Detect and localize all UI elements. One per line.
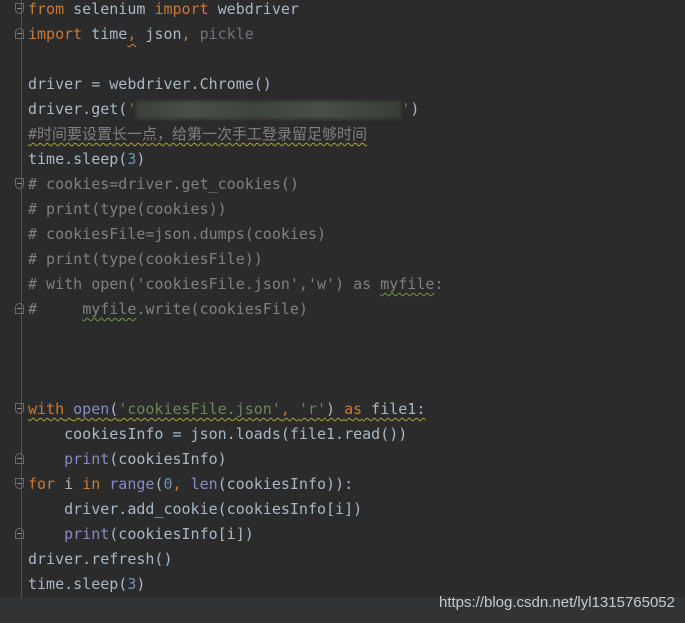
code-token: from [28,0,65,18]
code-token: ) [410,100,420,118]
fold-marker-icon[interactable] [15,303,24,314]
code-line[interactable]: driver.get(' ') [28,97,443,122]
code-token: for [28,475,56,493]
code-line[interactable]: cookiesInfo = json.loads(file1.read()) [28,422,443,447]
fold-marker-icon[interactable] [15,28,24,39]
code-token: ) [136,150,146,168]
code-token: with [28,400,65,418]
code-token: time [82,25,128,43]
code-token: (cookiesInfo) [109,450,227,468]
code-token: driver.get( [28,100,128,118]
fold-marker-icon[interactable] [15,478,24,489]
code-token: len [190,475,218,493]
code-token: file1: [362,400,426,418]
code-token: , [172,475,191,493]
code-line[interactable]: print(cookiesInfo[i]) [15,522,443,547]
code-token: # cookies=driver.get_cookies() [28,175,299,193]
code-token: , [181,25,200,43]
code-token: webdriver [208,0,299,18]
code-token: ( [109,400,119,418]
code-line[interactable] [28,322,443,347]
code-line[interactable]: import time, json, pickle [15,22,443,47]
code-line[interactable]: #时间要设置长一点，给第一次手工登录留足够时间 [28,122,443,147]
code-token: import [154,0,209,18]
code-token: 'r' [298,400,327,418]
code-token: time.sleep( [28,575,128,593]
code-token: as [344,400,363,418]
fold-marker-icon[interactable] [15,453,24,464]
code-token: # print(type(cookies)) [28,200,227,218]
code-token: # with open('cookiesFile.json','w') as [28,275,381,293]
code-line[interactable]: time.sleep(3) [28,572,443,597]
code-token: : [434,275,444,293]
code-line[interactable] [28,372,443,397]
code-token: selenium [64,0,155,18]
code-token: myfile [82,300,137,318]
code-token: (cookiesInfo[i]) [109,525,254,543]
code-line[interactable]: with open('cookiesFile.json', 'r') as fi… [15,397,443,422]
fold-marker-icon[interactable] [15,403,24,414]
code-token: driver = webdriver.Chrome() [28,75,272,93]
code-token: cookiesInfo = json.loads(file1.read()) [28,425,408,443]
code-line[interactable]: # with open('cookiesFile.json','w') as m… [28,272,443,297]
code-token: driver.refresh() [28,550,173,568]
code-token: #时间要设置长一点，给第一次手工登录留足够时间 [28,125,368,143]
code-line[interactable]: # cookies=driver.get_cookies() [15,172,443,197]
fold-marker-icon[interactable] [15,178,24,189]
watermark: https://blog.csdn.net/lyl1315765052 [438,594,675,611]
code-token: # print(type(cookiesFile)) [28,250,263,268]
redacted-url [136,100,402,119]
code-line[interactable]: driver.refresh() [28,547,443,572]
code-token: .write(cookiesFile) [136,300,308,318]
code-token: i [55,475,83,493]
code-token: ) [326,400,345,418]
code-token: time.sleep( [28,150,128,168]
fold-marker-icon[interactable] [15,3,24,14]
code-token: print [64,450,110,468]
code-token: (cookiesInfo)): [217,475,354,493]
code-line[interactable]: # cookiesFile=json.dumps(cookies) [28,222,443,247]
code-token: , [280,400,299,418]
code-line[interactable]: # print(type(cookiesFile)) [28,247,443,272]
code-line[interactable] [28,347,443,372]
code-line[interactable]: # print(type(cookies)) [28,197,443,222]
code-token: open [73,400,110,418]
code-token: # [28,300,83,318]
code-token: in [82,475,101,493]
code-token: pickle [199,25,254,43]
code-token: ' [127,100,137,118]
code-line[interactable]: print(cookiesInfo) [15,447,443,472]
code-line[interactable]: for i in range(0, len(cookiesInfo)): [15,472,443,497]
code-line[interactable]: # myfile.write(cookiesFile) [15,297,443,322]
code-token: json [136,25,182,43]
code-token: myfile [380,275,435,293]
code-line[interactable]: time.sleep(3) [28,147,443,172]
code-line[interactable]: driver.add_cookie(cookiesInfo[i]) [28,497,443,522]
code-token: driver.add_cookie(cookiesInfo[i]) [28,500,363,518]
code-line[interactable]: from selenium import webdriver [15,0,443,22]
code-token: # cookiesFile=json.dumps(cookies) [28,225,327,243]
code-token: range [109,475,155,493]
code-token: print [64,525,110,543]
code-token: 0 [163,475,173,493]
code-token: import [28,25,83,43]
code-editor[interactable]: from selenium import webdriver import tim… [15,0,443,597]
fold-marker-icon[interactable] [15,528,24,539]
code-line[interactable]: driver = webdriver.Chrome() [28,72,443,97]
code-line[interactable] [28,47,443,72]
code-token: ) [136,575,146,593]
code-token: 'cookiesFile.json' [118,400,281,418]
